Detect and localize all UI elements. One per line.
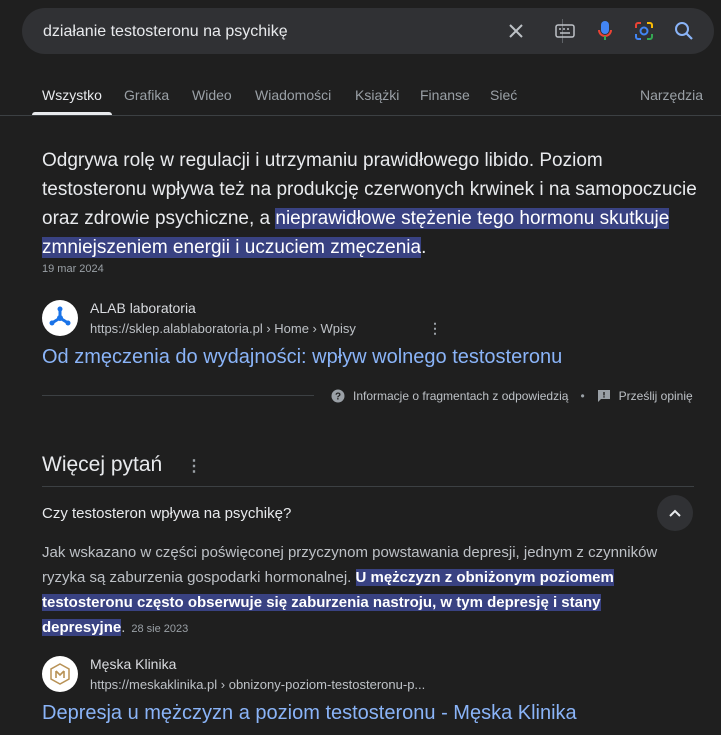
question-answer: Jak wskazano w części poświęconej przycz… — [42, 540, 682, 642]
tab-finanse[interactable]: Finanse — [420, 87, 470, 103]
snippet-info-link[interactable]: Informacje o fragmentach z odpowiedzią — [353, 389, 568, 403]
tab-wiadomosci[interactable]: Wiadomości — [255, 87, 331, 103]
answer-end: . — [121, 619, 126, 636]
divider — [42, 395, 314, 396]
more-questions-heading: Więcej pytań — [42, 453, 163, 476]
tab-grafika[interactable]: Grafika — [124, 87, 169, 103]
tab-siec[interactable]: Sieć — [490, 87, 517, 103]
tab-ksiazki[interactable]: Książki — [355, 87, 399, 103]
svg-text:?: ? — [335, 392, 341, 403]
result2-title-link[interactable]: Depresja u mężczyzn a poziom testosteron… — [42, 702, 577, 725]
feedback-icon — [597, 389, 611, 403]
active-tab-indicator — [32, 112, 112, 115]
microphone-icon[interactable] — [593, 19, 617, 43]
meska-klinika-logo-icon[interactable] — [42, 656, 78, 692]
divider — [42, 486, 694, 487]
feedback-separator: • — [580, 389, 585, 403]
alab-logo-icon[interactable] — [42, 300, 78, 336]
tab-wszystko[interactable]: Wszystko — [42, 87, 102, 103]
snippet-date: 19 mar 2024 — [42, 263, 104, 275]
chevron-up-icon — [669, 509, 681, 517]
answer-date: 28 sie 2023 — [131, 623, 189, 635]
tools-button[interactable]: Narzędzia — [640, 87, 703, 103]
send-feedback-link[interactable]: Prześlij opinię — [619, 389, 693, 403]
google-lens-icon[interactable] — [632, 19, 656, 43]
result1-title-link[interactable]: Od zmęczenia do wydajności: wpływ wolneg… — [42, 346, 562, 369]
result1-site-name[interactable]: ALAB laboratoria — [90, 300, 196, 316]
snippet-feedback-row: ? Informacje o fragmentach z odpowiedzią… — [331, 389, 693, 403]
question-toggle[interactable]: Czy testosteron wpływa na psychikę? — [42, 505, 291, 522]
clear-icon[interactable] — [504, 19, 528, 43]
result1-more-options-icon[interactable]: ⋮ — [428, 320, 442, 337]
result2-url[interactable]: https://meskaklinika.pl › obnizony-pozio… — [90, 677, 425, 692]
tab-wideo[interactable]: Wideo — [192, 87, 232, 103]
help-icon: ? — [331, 389, 345, 403]
snippet-end: . — [421, 237, 427, 258]
search-input[interactable]: działanie testosteronu na psychikę — [43, 23, 288, 41]
result2-site-name[interactable]: Męska Klinika — [90, 656, 176, 672]
result1-url[interactable]: https://sklep.alablaboratoria.pl › Home … — [90, 321, 356, 336]
search-tabs: Wszystko Grafika Wideo Wiadomości Książk… — [0, 70, 721, 116]
search-bar[interactable]: działanie testosteronu na psychikę — [22, 8, 714, 54]
search-icon[interactable] — [672, 19, 696, 43]
collapse-button[interactable] — [657, 495, 693, 531]
keyboard-icon[interactable] — [553, 19, 577, 43]
featured-snippet-text: Odgrywa rolę w regulacji i utrzymaniu pr… — [42, 146, 702, 262]
more-questions-options-icon[interactable]: ⋮ — [186, 456, 202, 476]
